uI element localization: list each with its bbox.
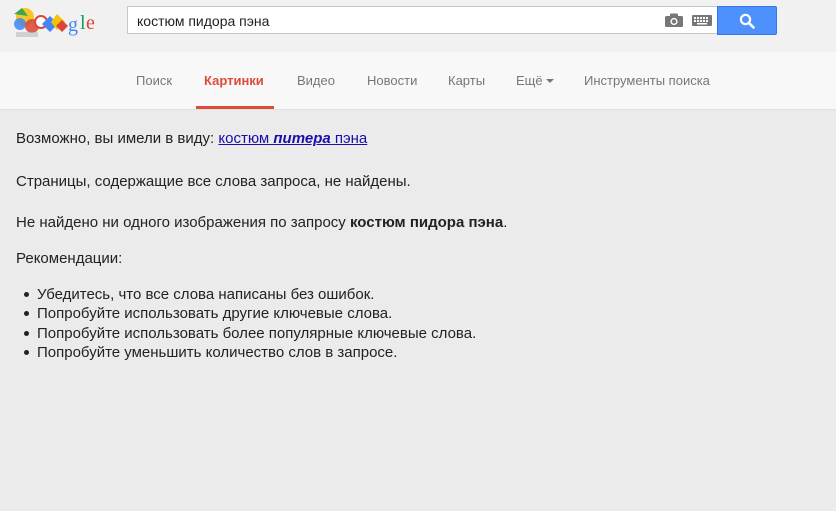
search-icon bbox=[739, 13, 755, 29]
search-box[interactable] bbox=[127, 6, 717, 34]
suggestion-part-1: костюм bbox=[218, 130, 270, 147]
list-item: Попробуйте использовать другие ключевые … bbox=[23, 304, 476, 323]
tab-search[interactable]: Поиск bbox=[136, 73, 172, 88]
tab-video[interactable]: Видео bbox=[297, 73, 335, 88]
active-tab-indicator bbox=[196, 106, 274, 109]
no-images-message: Не найдено ни одного изображения по запр… bbox=[16, 214, 507, 231]
tab-maps[interactable]: Карты bbox=[448, 73, 485, 88]
tab-news[interactable]: Новости bbox=[367, 73, 417, 88]
tab-images[interactable]: Картинки bbox=[204, 73, 264, 88]
svg-text:e: e bbox=[86, 12, 95, 34]
google-doodle-logo-icon[interactable]: g l e bbox=[10, 2, 110, 44]
suggestion-part-2: пэна bbox=[334, 130, 368, 147]
list-item: Попробуйте использовать более популярные… bbox=[23, 324, 477, 342]
did-you-mean-prefix: Возможно, вы имели в виду: bbox=[16, 130, 215, 147]
no-images-prefix: Не найдено ни одного изображения по запр… bbox=[16, 214, 346, 231]
tab-more[interactable]: Ещё bbox=[516, 73, 554, 88]
recommendations-title: Рекомендации: bbox=[16, 250, 123, 267]
list-item: Попробуйте уменьшить количество слов в з… bbox=[23, 343, 476, 362]
suggestion-corrected-word: питера bbox=[273, 130, 331, 147]
no-images-suffix: . bbox=[503, 214, 508, 231]
recommendations-list: Убедитесь, что все слова написаны без ош… bbox=[16, 285, 476, 362]
search-tools-button[interactable]: Инструменты поиска bbox=[584, 73, 710, 88]
search-button[interactable] bbox=[717, 6, 777, 35]
tab-more-label: Ещё bbox=[516, 73, 543, 88]
keyboard-icon[interactable] bbox=[692, 15, 712, 26]
list-item: Убедитесь, что все слова написаны без ош… bbox=[23, 285, 476, 304]
svg-text:g: g bbox=[68, 14, 78, 36]
no-images-query: костюм пидора пэна bbox=[349, 214, 504, 231]
no-pages-message: Страницы, содержащие все слова запроса, … bbox=[16, 173, 411, 190]
top-bar: g l e bbox=[0, 0, 836, 52]
did-you-mean: Возможно, вы имели в виду: костюм питера… bbox=[16, 130, 367, 147]
search-input[interactable] bbox=[137, 10, 657, 32]
suggestion-link[interactable]: костюм питера пэна bbox=[218, 130, 367, 147]
chevron-down-icon bbox=[545, 79, 554, 83]
search-nav-bar: Поиск Картинки Видео Новости Карты Ещё И… bbox=[0, 52, 836, 110]
camera-icon[interactable] bbox=[665, 13, 683, 27]
